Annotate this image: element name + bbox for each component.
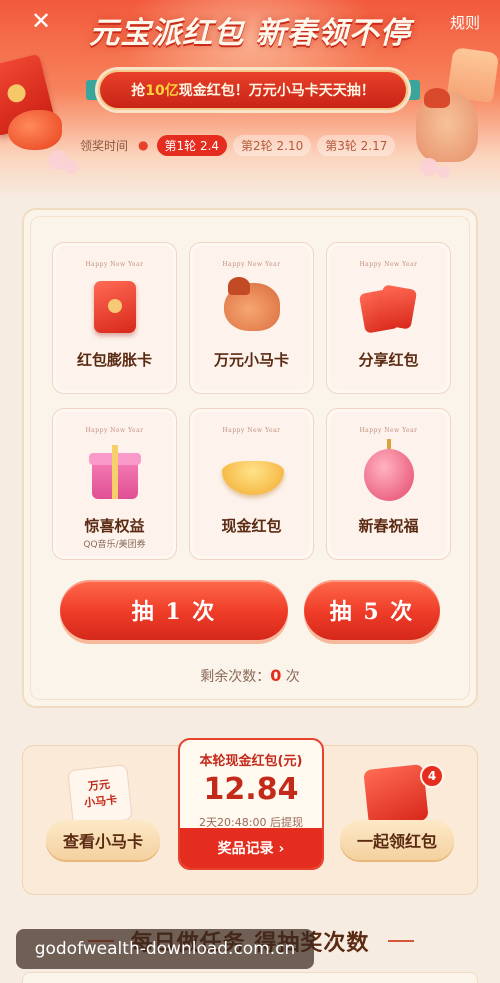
remaining-draws: 剩余次数：0 次 [24, 666, 476, 686]
cash-balance-card: 本轮现金红包(元) 12.84 2天20:48:00 后提现 奖品记录 › [178, 738, 324, 870]
horse-mascot-deco-icon [416, 88, 478, 162]
red-envelope-icon [85, 277, 145, 337]
prize-tile-cash-envelope[interactable]: Happy New Year 现金红包 [189, 408, 314, 560]
tile-greeting: Happy New Year [222, 427, 281, 434]
koi-fish-deco-icon [8, 110, 62, 150]
task-card-top [22, 972, 478, 983]
remaining-suffix: 次 [281, 669, 300, 685]
cash-balance-amount: 12.84 [203, 772, 299, 807]
remaining-prefix: 剩余次数： [200, 669, 271, 685]
tile-name: 新春祝福 [358, 517, 419, 535]
blossom-deco [64, 160, 78, 174]
promo-banner: 抢 10亿 现金红包！万元小马卡天天抽！ [98, 70, 408, 110]
draw-once-button[interactable]: 抽 1 次 [60, 580, 288, 640]
tile-name: 惊喜权益 [84, 517, 145, 535]
remaining-count: 0 [270, 666, 282, 685]
location-pin-icon: ● [138, 138, 149, 152]
horse-icon [222, 277, 282, 337]
round-tab-3[interactable]: 第3轮 2.17 [317, 134, 396, 156]
tile-name: 红包膨胀卡 [76, 351, 152, 369]
draw-buttons: 抽 1 次 抽 5 次 [60, 580, 444, 642]
promo-highlight: 10亿 [145, 83, 179, 99]
tile-greeting: Happy New Year [85, 261, 144, 268]
banner-knot-right-icon [406, 80, 420, 100]
round-label: 领奖时间 [80, 138, 129, 153]
round-tab-2[interactable]: 第2轮 2.10 [233, 134, 312, 156]
tile-greeting: Happy New Year [359, 261, 418, 268]
header-banner: ✕ 规则 元宝派红包 新春领不停 抢 10亿 现金红包！万元小马卡天天抽！ 领奖… [0, 0, 500, 200]
gold-ingot-icon [221, 443, 284, 503]
horse-card-thumbnail[interactable]: 万元 小马卡 [67, 764, 133, 826]
gift-box-icon [85, 443, 145, 503]
prize-records-button[interactable]: 奖品记录 › [180, 828, 322, 868]
round-tab-1[interactable]: 第1轮 2.4 [156, 134, 228, 156]
blossom-deco [420, 158, 438, 176]
claim-together-button[interactable]: 一起领红包 [340, 820, 454, 860]
lantern-icon [359, 439, 419, 503]
draw-five-button[interactable]: 抽 5 次 [304, 580, 440, 640]
prize-tile-expansion-card[interactable]: Happy New Year 红包膨胀卡 [52, 242, 177, 394]
notification-badge: 4 [420, 764, 444, 788]
promo-prefix: 抢 [131, 83, 146, 99]
prize-tile-surprise-benefit[interactable]: Happy New Year 惊喜权益 QQ音乐/美团券 [52, 408, 177, 560]
tile-name: 现金红包 [221, 517, 282, 535]
view-horse-card-button[interactable]: 查看小马卡 [46, 820, 160, 860]
prize-tile-new-year-blessing[interactable]: Happy New Year 新春祝福 [326, 408, 451, 560]
tile-greeting: Happy New Year [85, 427, 144, 434]
tile-greeting: Happy New Year [222, 261, 281, 268]
prize-tile-horse-card[interactable]: Happy New Year 万元小马卡 [189, 242, 314, 394]
prize-card: Happy New Year 红包膨胀卡 Happy New Year 万元小马… [22, 208, 478, 708]
red-envelope-thumbnail-icon[interactable] [363, 764, 429, 826]
blossom-deco [438, 166, 450, 178]
tile-greeting: Happy New Year [359, 427, 418, 434]
share-envelope-icon [359, 277, 419, 337]
tile-name: 分享红包 [358, 351, 419, 369]
horse-card-text: 万元 小马卡 [83, 777, 118, 810]
round-selector: 领奖时间 ● 第1轮 2.4 第2轮 2.10 第3轮 2.17 [80, 133, 420, 157]
tile-subtitle: QQ音乐/美团券 [83, 540, 146, 550]
tile-name: 万元小马卡 [213, 351, 289, 369]
watermark: godofwealth-download.com.cn [16, 929, 314, 969]
prize-grid: Happy New Year 红包膨胀卡 Happy New Year 万元小马… [52, 242, 452, 560]
page-title: 元宝派红包 新春领不停 [89, 16, 411, 51]
promo-suffix: 现金红包！万元小马卡天天抽！ [178, 83, 375, 99]
cash-balance-title: 本轮现金红包(元) [199, 754, 303, 769]
prize-tile-share-envelope[interactable]: Happy New Year 分享红包 [326, 242, 451, 394]
